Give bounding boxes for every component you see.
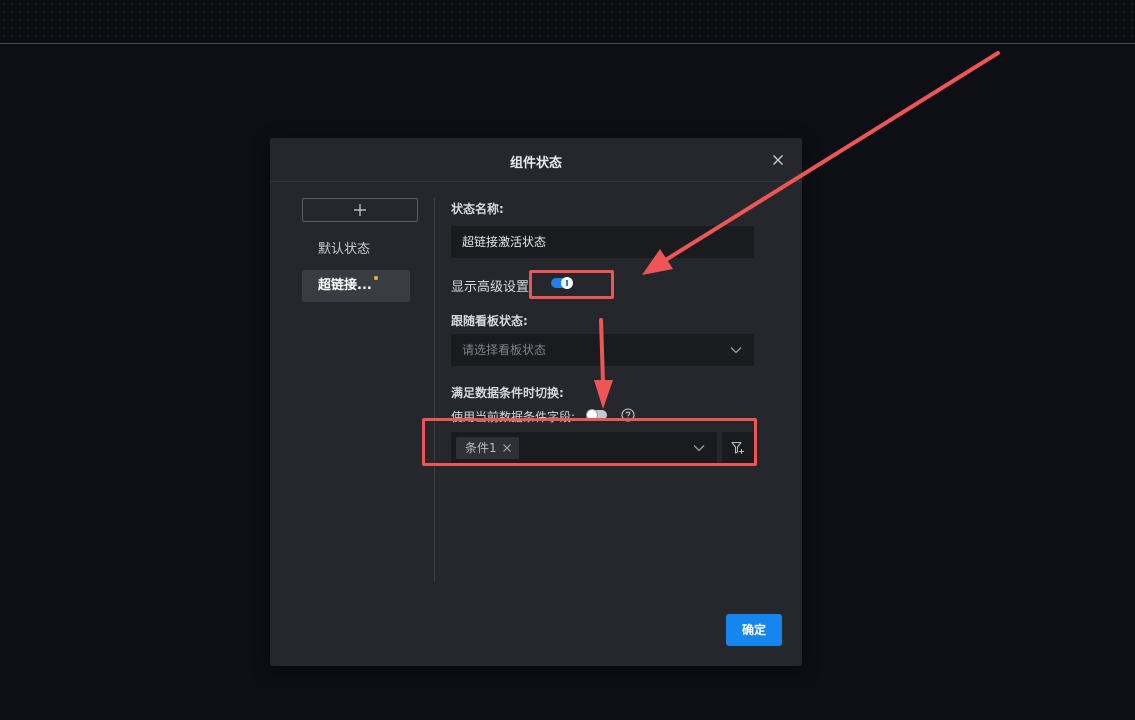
annotation-arrow-down bbox=[594, 318, 613, 409]
annotation-arrows bbox=[594, 51, 1000, 409]
annotation-arrow-long bbox=[642, 51, 1000, 275]
